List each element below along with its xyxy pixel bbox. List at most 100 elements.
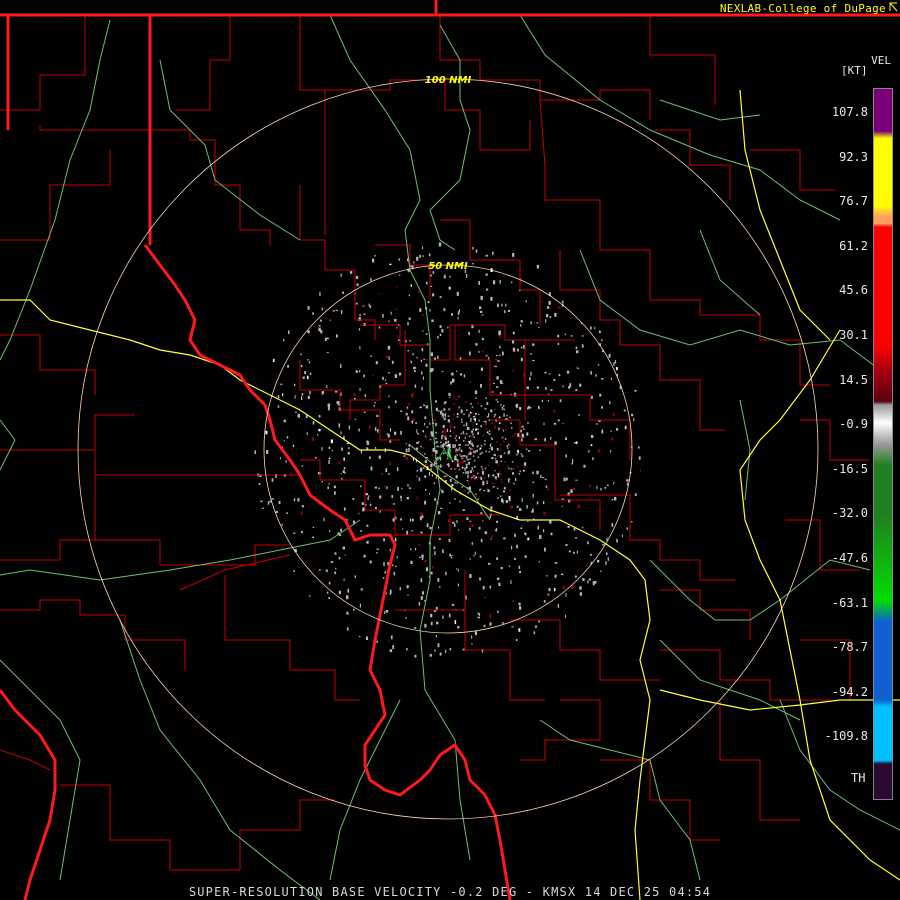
county-border bbox=[520, 699, 601, 761]
radar-echo bbox=[414, 370, 416, 372]
radar-echo bbox=[456, 413, 459, 415]
radar-echo bbox=[553, 409, 556, 413]
radar-echo bbox=[484, 467, 487, 470]
radar-echo bbox=[468, 447, 471, 449]
radar-echo bbox=[621, 534, 623, 538]
radar-echo bbox=[435, 400, 437, 403]
radar-echo bbox=[484, 596, 487, 598]
radar-echo bbox=[623, 409, 626, 412]
radar-echo bbox=[607, 557, 609, 561]
radar-echo bbox=[435, 437, 437, 440]
radar-echo bbox=[475, 423, 478, 425]
radar-echo bbox=[442, 444, 445, 448]
radar-echo bbox=[475, 413, 477, 415]
radar-echo bbox=[510, 422, 512, 425]
radar-echo bbox=[377, 429, 379, 433]
radar-echo bbox=[477, 498, 479, 500]
radar-echo bbox=[306, 375, 309, 380]
radar-echo bbox=[499, 280, 501, 284]
radar-echo bbox=[265, 430, 268, 435]
radar-echo bbox=[549, 316, 552, 318]
radar-echo bbox=[387, 434, 390, 438]
radar-echo bbox=[456, 568, 458, 570]
radar-echo bbox=[335, 309, 338, 311]
radar-echo bbox=[388, 320, 390, 323]
radar-echo bbox=[639, 469, 641, 472]
radar-echo bbox=[510, 468, 513, 470]
radar-echo bbox=[631, 413, 634, 417]
radar-echo bbox=[508, 496, 511, 499]
radar-echo bbox=[499, 380, 503, 384]
radar-echo bbox=[494, 457, 497, 460]
radar-echo bbox=[297, 498, 300, 502]
radar-echo bbox=[390, 311, 392, 315]
radar-echo bbox=[410, 360, 412, 364]
radar-echo bbox=[455, 475, 458, 479]
radar-echo bbox=[412, 418, 415, 421]
radar-echo bbox=[442, 416, 445, 419]
radar-echo bbox=[370, 355, 372, 357]
radar-echo bbox=[435, 407, 438, 411]
radar-echo bbox=[293, 570, 295, 572]
radar-echo bbox=[326, 337, 329, 340]
radar-echo bbox=[346, 627, 349, 631]
radar-echo bbox=[457, 626, 460, 629]
radar-echo bbox=[543, 600, 546, 603]
radar-echo bbox=[444, 401, 446, 405]
radar-echo bbox=[413, 367, 416, 370]
radar-echo bbox=[355, 370, 358, 373]
highway-line bbox=[0, 519, 361, 581]
radar-echo bbox=[396, 467, 399, 472]
radar-echo bbox=[349, 271, 353, 274]
radar-echo bbox=[334, 552, 337, 555]
radar-echo bbox=[409, 265, 412, 267]
radar-echo bbox=[557, 419, 560, 422]
radar-echo bbox=[343, 467, 346, 470]
radar-echo bbox=[484, 531, 488, 535]
radar-echo bbox=[301, 396, 303, 400]
radar-echo bbox=[412, 353, 414, 356]
radar-echo bbox=[438, 538, 441, 540]
radar-echo bbox=[465, 433, 468, 435]
radar-echo bbox=[616, 538, 618, 543]
legend-tick: -47.6 bbox=[831, 551, 868, 565]
radar-echo bbox=[422, 467, 425, 469]
radar-echo bbox=[419, 516, 422, 521]
radar-echo bbox=[460, 460, 463, 463]
radar-echo bbox=[394, 431, 397, 435]
radar-echo bbox=[503, 413, 505, 417]
radar-echo bbox=[420, 578, 423, 583]
radar-echo bbox=[439, 652, 442, 656]
radar-echo bbox=[424, 500, 427, 505]
radar-echo bbox=[479, 310, 483, 313]
radar-echo bbox=[578, 414, 580, 416]
radar-echo bbox=[327, 406, 330, 411]
radar-echo bbox=[605, 552, 608, 556]
radar-echo bbox=[453, 403, 456, 405]
radar-echo bbox=[435, 635, 437, 638]
radar-echo bbox=[411, 518, 414, 522]
radar-echo bbox=[615, 367, 618, 371]
radar-echo bbox=[329, 319, 331, 321]
radar-echo bbox=[520, 357, 523, 362]
radar-echo bbox=[462, 455, 464, 457]
radar-echo bbox=[576, 350, 579, 354]
radar-echo bbox=[536, 501, 539, 505]
radar-echo bbox=[501, 303, 503, 307]
radar-echo bbox=[494, 427, 496, 429]
radar-echo bbox=[468, 331, 470, 336]
radar-echo bbox=[430, 621, 433, 626]
radar-echo bbox=[302, 376, 305, 379]
radar-echo bbox=[360, 450, 363, 454]
radar-echo bbox=[477, 431, 479, 434]
radar-echo bbox=[471, 635, 473, 639]
radar-echo bbox=[437, 445, 440, 448]
radar-echo bbox=[456, 482, 458, 484]
radar-echo bbox=[496, 354, 498, 357]
radar-echo bbox=[466, 517, 469, 520]
radar-echo bbox=[453, 426, 456, 429]
radar-echo bbox=[254, 450, 256, 454]
radar-echo bbox=[426, 426, 429, 428]
radar-echo bbox=[520, 346, 523, 349]
radar-echo bbox=[379, 495, 382, 499]
